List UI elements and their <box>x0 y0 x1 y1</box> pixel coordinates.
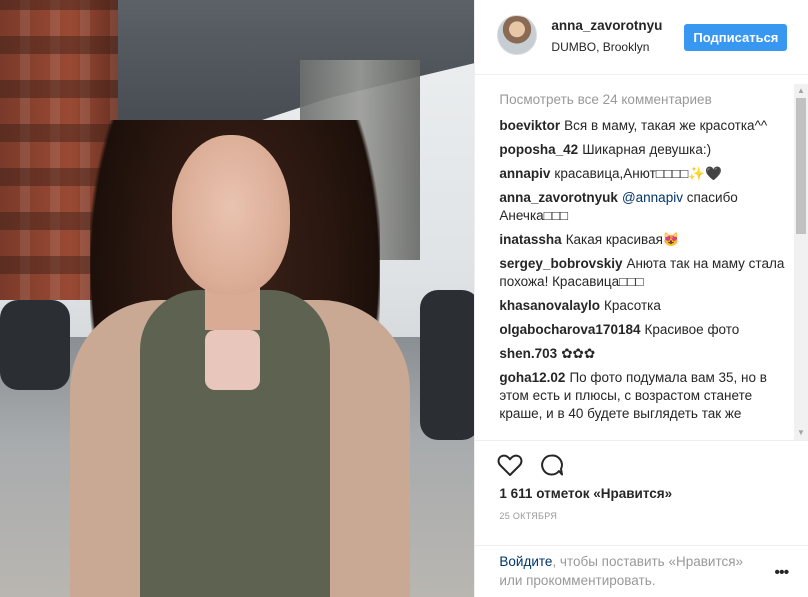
login-link[interactable]: Войдите <box>499 554 552 569</box>
comment: poposha_42 Шикарная девушка:) <box>499 141 789 159</box>
comment: inatassha Какая красивая😻 <box>499 231 789 249</box>
post-date: 25 ОКТЯБРЯ <box>499 511 558 521</box>
comment: olgabocharova170184 Красивое фото <box>499 321 789 339</box>
comment: sergey_bobrovskiy Анюта так на маму стала… <box>499 255 789 291</box>
instagram-post: anna_zavorotnyuk DUMBO, Brooklyn Подписа… <box>0 0 808 597</box>
comment: anna_zavorotnyuk @annapiv спасибо Анечка□… <box>499 189 789 225</box>
follow-button[interactable]: Подписаться <box>684 24 788 51</box>
comment-bubble-icon[interactable] <box>539 453 565 482</box>
comment-username[interactable]: inatassha <box>499 232 561 247</box>
comment-username[interactable]: poposha_42 <box>499 142 578 157</box>
post-location[interactable]: DUMBO, Brooklyn <box>551 40 649 54</box>
comment-username[interactable]: goha12.02 <box>499 370 565 385</box>
comment-username[interactable]: shen.703 <box>499 346 557 361</box>
more-options-icon[interactable]: ••• <box>774 564 789 582</box>
comment: shen.703 ✿✿✿ <box>499 345 789 363</box>
heart-icon[interactable] <box>497 453 523 482</box>
likes-count[interactable]: 1 611 отметок «Нравится» <box>499 486 672 501</box>
comment-text: Вся в маму, такая же красотка^^ <box>564 118 768 133</box>
comment-username[interactable]: boeviktor <box>499 118 560 133</box>
comment-username[interactable]: olgabocharova170184 <box>499 322 640 337</box>
photo-person-face <box>172 135 290 295</box>
avatar[interactable] <box>497 15 538 55</box>
author-username[interactable]: anna_zavorotnyuk <box>551 18 662 33</box>
login-prompt: Войдите, чтобы поставить «Нравится» или … <box>475 545 808 588</box>
post-photo[interactable] <box>0 0 475 597</box>
comment-username[interactable]: annapiv <box>499 166 550 181</box>
comment: khasanovalaylo Красотка <box>499 297 789 315</box>
comments-list: Посмотреть все 24 комментариев boeviktor… <box>499 91 789 439</box>
post-header: anna_zavorotnyuk DUMBO, Brooklyn Подписа… <box>475 0 808 75</box>
scroll-up-arrow-icon[interactable]: ▲ <box>794 84 808 98</box>
comment-mention[interactable]: @annapiv <box>622 190 683 205</box>
comments-scrollbar[interactable]: ▲ ▼ <box>794 84 808 440</box>
comment: boeviktor Вся в маму, такая же красотка^^ <box>499 117 789 135</box>
comment-username[interactable]: khasanovalaylo <box>499 298 600 313</box>
comment-text: красавица,Анют□□□□✨🖤 <box>554 166 723 181</box>
view-all-comments-link[interactable]: Посмотреть все 24 комментариев <box>499 91 789 109</box>
photo-car <box>420 290 475 440</box>
comment-username[interactable]: sergey_bobrovskiy <box>499 256 622 271</box>
post-actions: 1 611 отметок «Нравится» 25 ОКТЯБРЯ <box>475 440 808 521</box>
comment: goha12.02 По фото подумала вам 35, но в э… <box>499 369 789 423</box>
comment-username[interactable]: anna_zavorotnyuk <box>499 190 618 205</box>
login-prompt-text: Войдите, чтобы поставить «Нравится» или … <box>499 552 769 590</box>
photo-car <box>0 300 70 390</box>
comment-text: Какая красивая😻 <box>565 232 680 247</box>
comment-text: ✿✿✿ <box>561 346 596 361</box>
comment-text: Красивое фото <box>644 322 740 337</box>
scrollbar-thumb[interactable] <box>796 98 806 234</box>
comment: annapiv красавица,Анют□□□□✨🖤 <box>499 165 789 183</box>
post-side-panel: anna_zavorotnyuk DUMBO, Brooklyn Подписа… <box>474 0 808 597</box>
comment-text: Красотка <box>603 298 661 313</box>
scroll-down-arrow-icon[interactable]: ▼ <box>794 426 808 440</box>
comment-text: Шикарная девушка:) <box>582 142 712 157</box>
photo-person-top <box>205 330 260 390</box>
